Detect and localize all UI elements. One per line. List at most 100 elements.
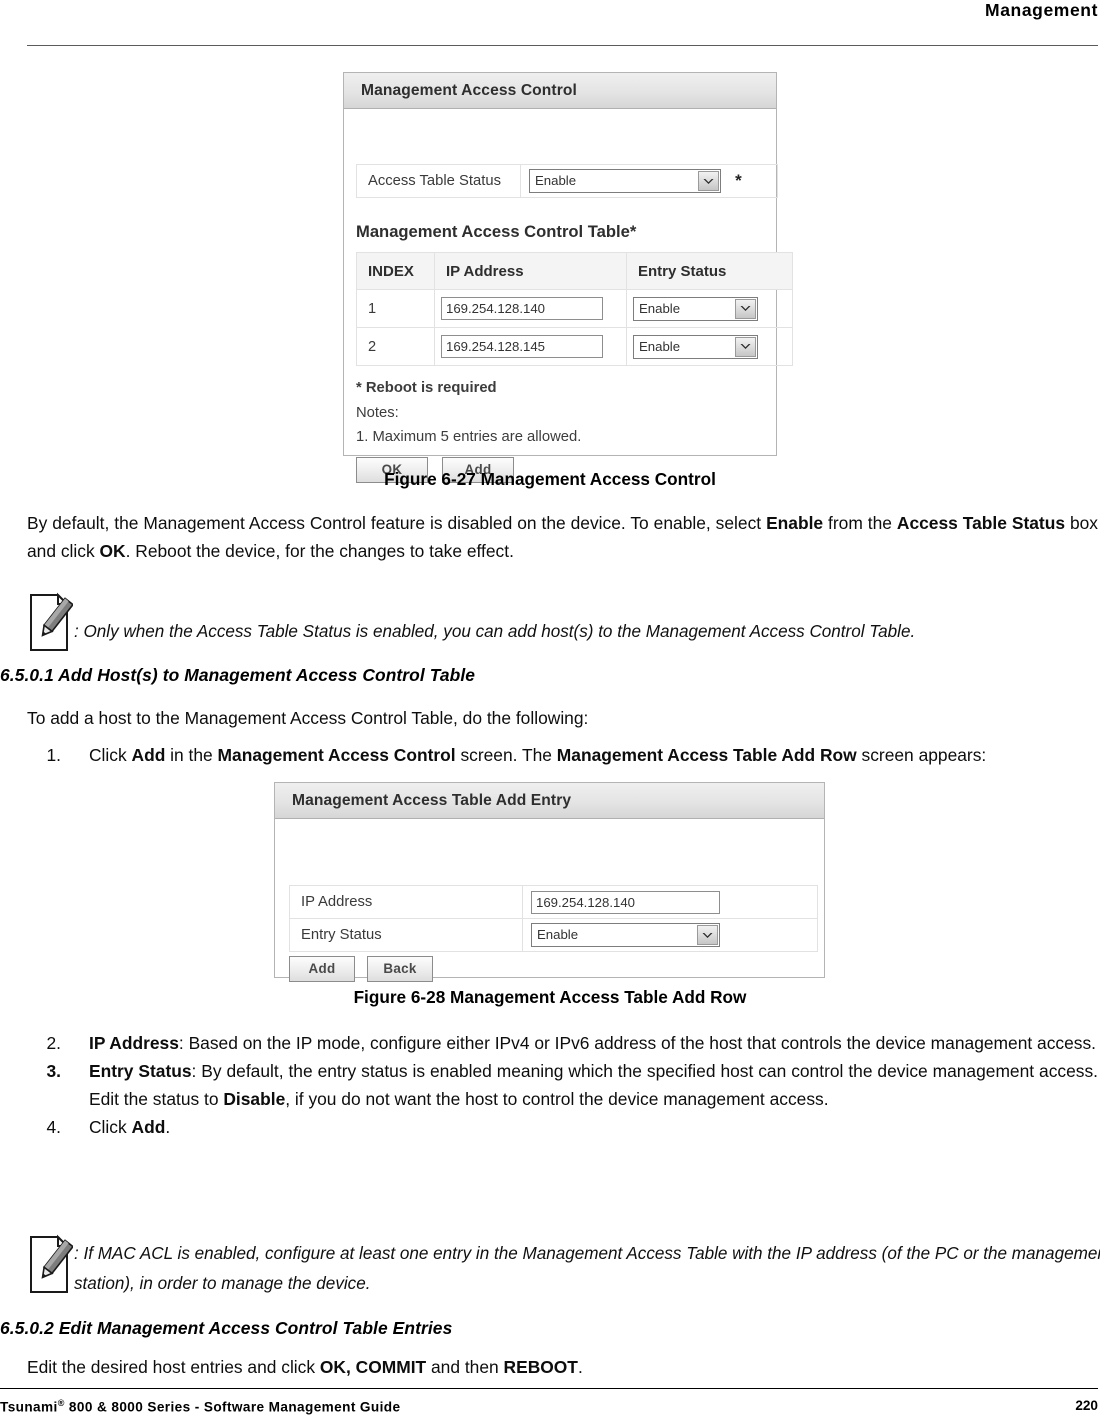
- column-header-entry-status: Entry Status: [626, 252, 793, 290]
- access-table-status-label-cell: Access Table Status: [356, 164, 521, 198]
- footer-divider: [0, 1388, 1098, 1389]
- access-control-table-title: Management Access Control Table*: [356, 222, 637, 241]
- row-status-cell: Enable: [626, 327, 793, 366]
- paragraph1-bold-ok: OK: [99, 541, 126, 561]
- table-row: 2 169.254.128.145 Enable: [356, 327, 793, 366]
- chevron-down-icon[interactable]: [698, 171, 719, 191]
- notes-item-1: 1. Maximum 5 entries are allowed.: [356, 429, 582, 445]
- entry-status-label-cell: Entry Status: [289, 918, 523, 952]
- paragraph1-part1: By default, the Management Access Contro…: [27, 513, 767, 533]
- list-item-body: Click Add.: [89, 1113, 1098, 1141]
- header-divider: [27, 45, 1098, 46]
- footer-guide-title: Tsunami® 800 & 8000 Series - Software Ma…: [0, 1398, 400, 1415]
- section2-part3: .: [577, 1357, 583, 1377]
- section2-part1: Edit the desired host entries and click: [27, 1357, 320, 1377]
- ordered-list-step-1: 1. Click Add in the Management Access Co…: [27, 741, 1098, 769]
- ip-address-input[interactable]: 169.254.128.140: [441, 297, 603, 320]
- header-title: Management: [985, 0, 1098, 20]
- item1-part3: screen. The: [455, 745, 557, 765]
- intro-paragraph: By default, the Management Access Contro…: [27, 509, 1098, 565]
- panel-title: Management Access Table Add Entry: [292, 791, 572, 809]
- list-item-number: 1.: [46, 745, 61, 765]
- back-button[interactable]: Back: [367, 956, 433, 982]
- step3-bold-disable: Disable: [223, 1089, 286, 1109]
- access-table-status-control-cell: Enable *: [520, 164, 778, 198]
- step4-text2: .: [165, 1117, 171, 1137]
- add-button[interactable]: Add: [289, 956, 355, 982]
- management-access-control-table: INDEX IP Address Entry Status 1 169.254.…: [356, 252, 793, 366]
- chevron-down-icon[interactable]: [735, 336, 756, 357]
- item1-part4: screen appears:: [856, 745, 987, 765]
- item1-bold-screen-name: Management Access Control: [217, 745, 456, 765]
- panel-titlebar: Management Access Control: [344, 73, 776, 109]
- table-row: 1 169.254.128.140 Enable: [356, 289, 793, 328]
- list-item-number: 2.: [46, 1033, 61, 1053]
- note-pencil-icon: [27, 1234, 75, 1296]
- panel-title: Management Access Control: [361, 81, 577, 99]
- step3-text2: , if you do not want the host to control…: [285, 1089, 829, 1109]
- registered-trademark-icon: ®: [57, 1398, 65, 1408]
- ip-address-input[interactable]: 169.254.128.140: [531, 890, 720, 914]
- step2-text: : Based on the IP mode, configure either…: [178, 1033, 1096, 1053]
- entry-status-select[interactable]: Enable: [633, 296, 758, 321]
- add-entry-fields: IP Address 169.254.128.140 Entry Status …: [289, 885, 818, 952]
- section2-bold-ok-commit: OK, COMMIT: [319, 1357, 427, 1377]
- list-item-number: 4.: [46, 1117, 61, 1137]
- footer-guide-subtitle: 800 & 8000 Series - Software Management …: [64, 1399, 401, 1415]
- notes-label: Notes:: [356, 405, 399, 421]
- footer-page-number: 220: [1075, 1398, 1098, 1413]
- ip-address-input[interactable]: 169.254.128.145: [441, 335, 603, 358]
- figure-6-27-caption: Figure 6-27 Management Access Control: [384, 469, 716, 489]
- row-index: 1: [356, 289, 435, 328]
- ip-address-control-cell: 169.254.128.140: [522, 885, 818, 919]
- panel-body: Access Table Status Enable * Management …: [344, 109, 793, 483]
- step3-bold-entry-status: Entry Status: [89, 1061, 192, 1081]
- entry-status-label: Entry Status: [301, 927, 382, 943]
- chevron-down-icon[interactable]: [735, 298, 756, 319]
- entry-status-value: Enable: [639, 338, 681, 354]
- management-access-control-panel: Management Access Control Access Table S…: [343, 72, 793, 483]
- list-item-body: Entry Status: By default, the entry stat…: [89, 1057, 1098, 1113]
- step4-text1: Click: [89, 1117, 132, 1137]
- list-item-number: 3.: [46, 1061, 61, 1081]
- item1-bold-add-row-screen: Management Access Table Add Row: [556, 745, 857, 765]
- access-table-status-row: Access Table Status Enable *: [356, 164, 778, 198]
- ordered-list-steps: 2. IP Address: Based on the IP mode, con…: [27, 1029, 1098, 1141]
- section-heading-6-5-0-2: 6.5.0.2 Edit Management Access Control T…: [0, 1318, 453, 1338]
- page-running-header: Management: [27, 0, 1098, 46]
- management-access-table-add-entry-panel: Management Access Table Add Entry IP Add…: [274, 782, 825, 982]
- list-item: 3. Entry Status: By default, the entry s…: [27, 1057, 1098, 1113]
- list-item: 1. Click Add in the Management Access Co…: [27, 741, 1098, 769]
- chevron-down-icon[interactable]: [697, 925, 718, 945]
- footer-brand: Tsunami: [0, 1399, 58, 1415]
- column-header-index: INDEX: [356, 252, 435, 290]
- required-asterisk: *: [735, 171, 742, 190]
- entry-status-control-cell: Enable: [522, 918, 818, 952]
- paragraph1-bold-enable: Enable: [766, 513, 824, 533]
- item1-bold-add: Add: [131, 745, 166, 765]
- access-table-status-label: Access Table Status: [368, 173, 501, 189]
- list-item-body: IP Address: Based on the IP mode, config…: [89, 1029, 1098, 1057]
- note-2-text: : If MAC ACL is enabled, configure at le…: [74, 1244, 1100, 1293]
- figure-6-28-caption: Figure 6-28 Management Access Table Add …: [353, 987, 747, 1007]
- entry-status-select[interactable]: Enable: [633, 334, 758, 359]
- ip-address-label: IP Address: [301, 894, 373, 910]
- row-ip-cell: 169.254.128.145: [434, 327, 627, 366]
- section1-intro: To add a host to the Management Access C…: [27, 708, 589, 728]
- section2-bold-reboot: REBOOT: [503, 1357, 578, 1377]
- item1-part2: in the: [165, 745, 218, 765]
- ip-address-row: IP Address 169.254.128.140: [289, 885, 818, 919]
- item1-part1: Click: [89, 745, 132, 765]
- paragraph1-bold-access-table-status: Access Table Status: [896, 513, 1066, 533]
- step4-bold-add: Add: [131, 1117, 166, 1137]
- section-heading-6-5-0-1: 6.5.0.1 Add Host(s) to Management Access…: [0, 665, 476, 685]
- list-item: 4. Click Add.: [27, 1113, 1098, 1141]
- list-item: 2. IP Address: Based on the IP mode, con…: [27, 1029, 1098, 1057]
- access-table-status-select[interactable]: Enable: [529, 169, 721, 193]
- row-status-cell: Enable: [626, 289, 793, 328]
- entry-status-select[interactable]: Enable: [531, 923, 720, 947]
- note-1-text: : Only when the Access Table Status is e…: [74, 622, 916, 641]
- entry-status-value: Enable: [537, 927, 579, 942]
- access-table-status-value: Enable: [535, 173, 577, 188]
- paragraph1-part2: from the: [823, 513, 897, 533]
